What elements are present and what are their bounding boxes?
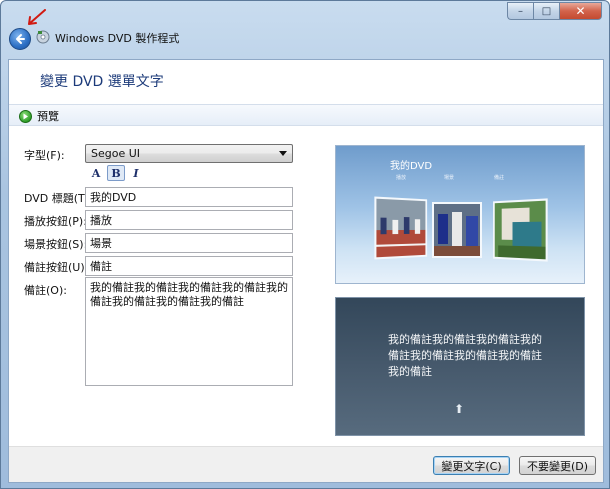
preview-notes-text: 我的備註我的備註我的備註我的備註我的備註我的備註我的備註我的備註 <box>388 333 542 378</box>
scene-thumbnail <box>432 202 482 258</box>
back-button[interactable] <box>9 28 31 50</box>
dont-change-button[interactable]: 不要變更(D) <box>519 456 596 475</box>
dvd-maker-icon <box>36 30 50 44</box>
font-select[interactable]: Segoe UI <box>85 144 293 163</box>
back-arrow-icon <box>16 34 25 44</box>
chevron-down-icon <box>279 151 287 156</box>
up-arrow-icon: ⬆ <box>454 402 465 416</box>
page-title: 變更 DVD 選單文字 <box>40 74 164 90</box>
font-label: 字型(F): <box>24 149 65 162</box>
dvd-title-label: DVD 標題(T): <box>24 192 93 205</box>
play-button-input[interactable] <box>85 210 293 230</box>
scene-button-input[interactable] <box>85 233 293 253</box>
italic-button[interactable]: I <box>127 165 145 181</box>
preview-play-label: 播放 <box>396 175 407 181</box>
font-style-buttons: A B I <box>87 165 145 181</box>
notes-textarea[interactable]: 我的備註我的備註我的備註我的備註我的備註我的備註我的備註我的備註 <box>85 277 293 386</box>
font-size-button[interactable]: A <box>87 165 105 181</box>
preview-dvd-title: 我的DVD <box>390 161 433 172</box>
toolbar: 預覽 <box>9 104 603 126</box>
footer-bar: 變更文字(C) 不要變更(D) <box>9 446 603 482</box>
notes-button-label: 備註按鈕(U): <box>24 261 89 274</box>
menu-preview: 我的DVD 播放 場景 備註 <box>335 145 585 284</box>
preview-notes-label: 備註 <box>494 175 505 181</box>
scene-button-label: 場景按鈕(S): <box>24 238 88 251</box>
mouse-pointer-icon <box>28 9 46 25</box>
dvd-title-input[interactable] <box>85 187 293 207</box>
app-title: Windows DVD 製作程式 <box>55 32 180 45</box>
font-select-value: Segoe UI <box>91 147 141 160</box>
window-frame: – □ ✕ Windows DVD 製作程式 變更 DVD 選單文字 預覽 字型… <box>0 0 610 489</box>
bold-button[interactable]: B <box>107 165 125 181</box>
preview-button[interactable]: 預覽 <box>19 108 59 124</box>
preview-scene-label: 場景 <box>444 175 455 181</box>
notes-label: 備註(O): <box>24 284 67 297</box>
scene-thumbnail <box>374 196 428 260</box>
maximize-button[interactable]: □ <box>533 2 559 20</box>
client-area: 變更 DVD 選單文字 預覽 字型(F): Segoe UI A B I DVD… <box>8 59 604 483</box>
page-header: 變更 DVD 選單文字 <box>9 60 603 102</box>
caption-buttons: – □ ✕ <box>507 2 602 20</box>
change-text-button[interactable]: 變更文字(C) <box>433 456 510 475</box>
scene-thumbnail <box>493 198 548 262</box>
close-button[interactable]: ✕ <box>559 2 602 20</box>
notes-button-input[interactable] <box>85 256 293 276</box>
play-button-label: 播放按鈕(P): <box>24 215 87 228</box>
notes-preview: 我的備註我的備註我的備註我的備註我的備註我的備註我的備註我的備註 ⬆ <box>335 297 585 436</box>
minimize-button[interactable]: – <box>507 2 533 20</box>
play-icon <box>19 109 32 123</box>
preview-label: 預覽 <box>37 110 59 123</box>
